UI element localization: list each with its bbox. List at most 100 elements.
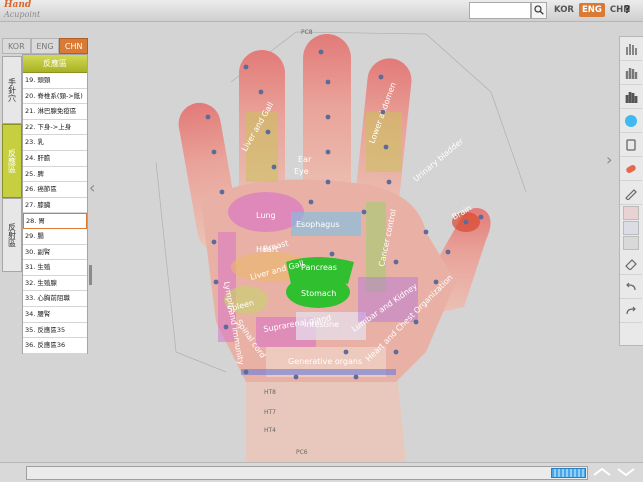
zone-list-item[interactable]: 29. 腸 <box>23 229 87 245</box>
acupoint-dot[interactable] <box>265 129 271 135</box>
zone-list-item[interactable]: 23. 乳 <box>23 135 87 151</box>
bottom-scroll-track[interactable] <box>26 466 588 480</box>
hand-outline-tool[interactable] <box>620 37 642 61</box>
zone-label: Ear <box>298 155 312 164</box>
tab-hand-points[interactable]: 手針穴 <box>2 56 22 124</box>
acupoint-dot[interactable] <box>393 349 399 355</box>
chevron-down-icon[interactable] <box>616 465 636 479</box>
hand-canvas[interactable]: Liver and Gall Lower abdomen Eye Ear Lung Hea… <box>96 22 611 462</box>
acupoint-dot[interactable] <box>325 114 331 120</box>
chevron-up-icon[interactable] <box>592 465 612 479</box>
acupoint-dot[interactable] <box>393 259 399 265</box>
acupoint-dot[interactable] <box>293 374 299 380</box>
zone-list-item[interactable]: 35. 反應區35 <box>23 323 87 339</box>
acupoint-dot[interactable] <box>329 251 335 257</box>
pen-icon <box>625 188 637 200</box>
lang-kor-button[interactable]: KOR <box>551 3 577 17</box>
undo-button[interactable] <box>620 275 642 299</box>
tab-reflex-zones[interactable]: 反射區 <box>2 198 22 272</box>
acupoint-dot[interactable] <box>361 209 367 215</box>
eraser-icon <box>625 258 637 270</box>
color-swatch[interactable] <box>623 221 639 235</box>
list-lang-kor[interactable]: KOR <box>2 38 31 54</box>
color-swatch[interactable] <box>623 206 639 220</box>
zone-list-item[interactable]: 21. 淋巴腺免疫區 <box>23 104 87 120</box>
redo-button[interactable] <box>620 299 642 323</box>
acupoint-dot[interactable] <box>380 109 386 115</box>
acupoint-dot[interactable] <box>271 164 277 170</box>
acupoint-dot[interactable] <box>308 199 314 205</box>
undo-icon <box>626 282 636 290</box>
zone-list-item[interactable]: 25. 脾 <box>23 167 87 183</box>
hand-filled-tool[interactable] <box>620 61 642 85</box>
zone-list-item[interactable]: 30. 副腎 <box>23 245 87 261</box>
hand-blue-tool[interactable] <box>620 109 642 133</box>
side-tabs: 手針穴 反應區 反射區 <box>2 56 22 272</box>
zone-list-item[interactable]: 32. 生殖腺 <box>23 276 87 292</box>
collapse-right-panel-icon[interactable]: › <box>606 150 612 169</box>
list-lang-eng[interactable]: ENG <box>30 38 60 54</box>
zone-label: Intestine <box>304 320 339 329</box>
collapse-left-panel-icon[interactable]: ‹ <box>89 178 95 197</box>
acupoint-dot[interactable] <box>325 79 331 85</box>
list-lang-chn[interactable]: CHN <box>59 38 89 54</box>
acupoint-dot[interactable] <box>258 89 264 95</box>
acupoint-dot[interactable] <box>383 144 389 150</box>
zone-list-item[interactable]: 24. 肝膽 <box>23 151 87 167</box>
search-input[interactable] <box>469 2 531 19</box>
zone-list-item[interactable]: 34. 腰腎 <box>23 307 87 323</box>
color-swatch[interactable] <box>623 236 639 250</box>
band-tool[interactable] <box>620 157 642 181</box>
acupoint-dot[interactable] <box>386 179 392 185</box>
point-code-label: HT4 <box>264 427 276 434</box>
acupoint-dot[interactable] <box>445 249 451 255</box>
app-title-line2: Acupoint <box>4 10 41 19</box>
zone-list-item[interactable]: 19. 頭頸 <box>23 73 87 89</box>
lang-eng-button[interactable]: ENG <box>578 3 605 17</box>
acupoint-dot[interactable] <box>318 49 324 55</box>
acupoint-dot[interactable] <box>463 219 469 225</box>
zone-list-item[interactable]: 36. 反應區36 <box>23 338 87 354</box>
acupoint-dot[interactable] <box>325 149 331 155</box>
app-title-line1: Hand <box>4 0 32 10</box>
acupoint-dot[interactable] <box>223 324 229 330</box>
zone-label: Stomach <box>301 289 336 298</box>
zone-list-item[interactable]: 28. 胃 <box>23 213 87 229</box>
bottom-scroll-thumb[interactable] <box>551 468 586 478</box>
acupoint-dot[interactable] <box>343 349 349 355</box>
acupoint-dot[interactable] <box>205 114 211 120</box>
acupoint-dot[interactable] <box>413 319 419 325</box>
acupoint-dot[interactable] <box>478 214 484 220</box>
list-scrollbar[interactable] <box>89 265 92 285</box>
hand-dark-tool[interactable] <box>620 85 642 109</box>
acupoint-dot[interactable] <box>353 374 359 380</box>
acupoint-dot[interactable] <box>211 239 217 245</box>
zone-list-item[interactable]: 26. 癌節區 <box>23 182 87 198</box>
ring-tool[interactable] <box>620 133 642 157</box>
zone-list-item[interactable]: 31. 生殖 <box>23 260 87 276</box>
search-icon <box>534 5 544 15</box>
acupoint-dot[interactable] <box>213 279 219 285</box>
pen-tool[interactable] <box>620 181 642 205</box>
zone-list-item[interactable]: 20. 脊椎系(頸->骶) <box>23 89 87 105</box>
help-button[interactable]: ? <box>624 3 630 16</box>
acupoint-dot[interactable] <box>219 189 225 195</box>
acupoint-dot[interactable] <box>423 229 429 235</box>
top-bar: Hand Acupoint KOR ENG CHN ? <box>0 0 643 22</box>
zone-list-item[interactable]: 22. 下身->上身 <box>23 120 87 136</box>
acupoint-dot[interactable] <box>211 149 217 155</box>
acupoint-dot[interactable] <box>433 279 439 285</box>
zone-list-item[interactable]: 27. 膝臟 <box>23 198 87 214</box>
point-code-label: HT7 <box>264 409 276 416</box>
zone-list-header: 反應區 <box>23 55 87 73</box>
list-language-switch: KOR ENG CHN <box>2 38 89 54</box>
acupoint-dot[interactable] <box>243 369 249 375</box>
eraser-tool[interactable] <box>620 251 642 275</box>
zone-list-item[interactable]: 33. 心胸前阻職 <box>23 291 87 307</box>
bottom-bar <box>0 462 643 482</box>
acupoint-dot[interactable] <box>378 74 384 80</box>
search-button[interactable] <box>531 2 547 19</box>
acupoint-dot[interactable] <box>325 179 331 185</box>
acupoint-dot[interactable] <box>243 64 249 70</box>
tab-reaction-zones[interactable]: 反應區 <box>2 124 22 198</box>
